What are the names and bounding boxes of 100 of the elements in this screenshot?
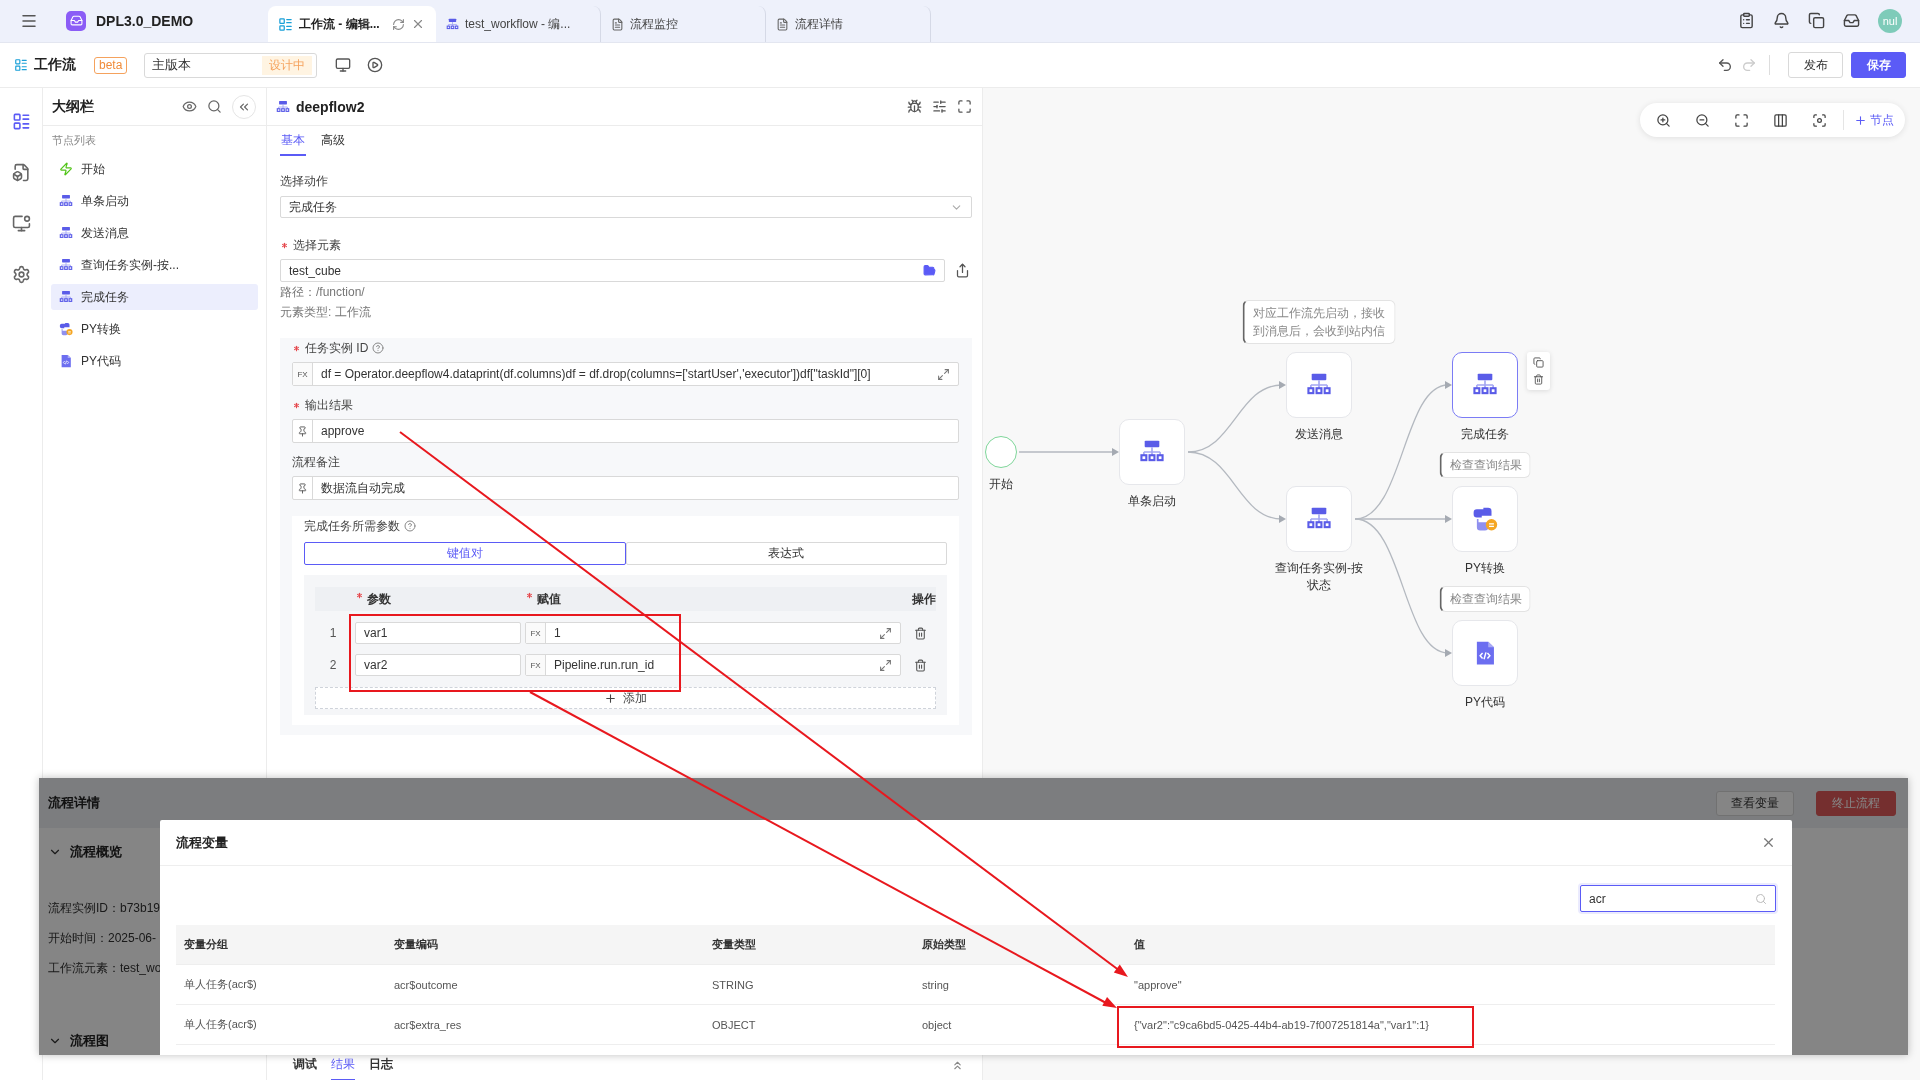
node-label: 查询任务实例-按状态 [1274,560,1364,594]
param-name-field[interactable]: var1 [355,622,521,644]
outline-item[interactable]: 单条启动 [51,188,258,214]
save-button[interactable]: 保存 [1851,52,1906,78]
fullscreen-icon[interactable] [957,99,972,114]
bell-icon[interactable] [1773,12,1790,29]
monitor-icon[interactable] [11,214,31,233]
node-label: PY转换 [1464,560,1506,577]
folder-icon[interactable] [923,264,936,277]
workflow-icon [14,58,28,72]
outline-icon[interactable] [11,112,31,131]
outline-item[interactable]: PY转换 [51,316,258,342]
node-label: 单条启动 [1127,493,1177,510]
outline-item[interactable]: PY代码 [51,348,258,374]
view-variables-button[interactable]: 查看变量 [1716,790,1794,816]
input-field[interactable]: approve [292,419,959,443]
zoom-out-icon[interactable] [1695,112,1710,128]
copy-icon[interactable] [1808,12,1825,29]
required-icon [525,590,534,600]
element-field[interactable]: test_cube [280,259,945,282]
monitor-icon[interactable] [335,57,352,73]
panel-title: 流程详情 [48,794,100,812]
section-title: 流程图 [70,1032,109,1050]
expand-icon[interactable] [937,367,950,381]
outline-item[interactable]: 查询任务实例-按... [51,252,258,278]
hierarchy-icon [59,290,73,304]
add-button[interactable]: 添加 [315,687,936,709]
hierarchy-icon [276,99,290,114]
outline-item[interactable]: 发送消息 [51,220,258,246]
action-select[interactable]: 完成任务 [280,196,972,218]
collapse-icon[interactable] [951,1059,964,1072]
param-value-field[interactable]: FX Pipeline.run.run_id [525,654,901,676]
field-label: 选择元素 [293,237,341,254]
flow-node[interactable] [1452,352,1518,418]
pin-icon[interactable] [297,425,308,437]
app-name: DPL3.0_DEMO [96,12,194,29]
collapse-button[interactable] [232,94,256,119]
form-tab[interactable]: 高级 [320,126,346,156]
expand-icon[interactable] [879,658,892,672]
hierarchy-icon [446,17,459,31]
search-field[interactable]: acr [1580,885,1776,912]
workflow-title: 工作流 [34,56,76,74]
refresh-icon[interactable] [391,17,405,31]
dialog-title: 流程变量 [176,833,228,852]
outline-item[interactable]: 完成任务 [51,284,258,310]
layout-icon[interactable] [1773,112,1788,128]
pin-icon[interactable] [297,482,308,494]
bottom-tab[interactable]: 调试 [293,1050,317,1080]
page-tab[interactable]: test_workflow - 编... [436,6,601,42]
input-field[interactable]: 数据流自动完成 [292,476,959,500]
page-tab[interactable]: 流程监控 [601,6,766,42]
delete-icon[interactable] [1533,374,1544,385]
param-value-field[interactable]: FX 1 [525,622,901,644]
info-text: 流程实例ID：b73b19 [48,900,161,917]
column-header: 参数 [367,590,391,608]
mode-toggle[interactable]: 表达式 [625,542,947,565]
path-text: 路径：/function/ [280,284,366,301]
copy-icon[interactable] [1533,357,1544,368]
beta-badge: beta [94,56,128,74]
settings-icon[interactable] [11,265,31,284]
required-icon [355,590,364,600]
undo-icon[interactable] [1717,57,1733,73]
bug-icon[interactable] [907,99,922,114]
expand-icon[interactable] [879,626,892,640]
table-cell-text: {"var2":"c9ca6bd5-0425-44b4-ab19-7f007251814a","var1":1} [1133,1018,1430,1031]
fit-view-icon[interactable] [1734,112,1749,128]
code-file-icon [59,354,73,368]
hierarchy-icon [59,258,73,272]
play-icon[interactable] [367,57,384,73]
node-label: 完成任务 [1460,426,1510,443]
search-icon[interactable] [207,99,222,114]
table-cell-text: OBJECT [711,1018,757,1031]
clipboard-icon[interactable] [1738,12,1755,29]
close-icon[interactable] [1761,835,1776,850]
section-label: 节点列表 [52,133,97,148]
function-box-icon[interactable] [11,163,31,182]
panel-title: 大纲栏 [52,97,94,116]
table-cell-text: "approve" [1133,978,1183,991]
delete-icon[interactable] [914,626,927,640]
zoom-in-icon[interactable] [1656,112,1671,128]
node-label: PY代码 [1464,694,1506,711]
mode-toggle[interactable]: 键值对 [304,542,626,565]
version-select[interactable]: 主版本 设计中 [144,52,318,78]
page-tab[interactable]: 流程详情 [766,6,931,42]
focus-icon[interactable] [1812,112,1827,128]
share-icon[interactable] [955,263,970,278]
expression-field[interactable]: FX df = Operator.deepflow4.dataprint(df.columns)df = df.drop(columns=['startUser','executor'])df["taskId"][0] [292,362,959,386]
param-name-field[interactable]: var2 [355,654,521,676]
page-tab[interactable]: 工作流 - 编辑... [268,6,436,42]
publish-button[interactable]: 发布 [1788,52,1843,78]
inbox-icon[interactable] [1843,12,1860,29]
delete-icon[interactable] [914,658,927,672]
list-settings-icon[interactable] [932,99,947,114]
outline-item[interactable]: 开始 [51,156,258,182]
form-tab[interactable]: 基本 [280,126,306,156]
bottom-tab[interactable]: 日志 [369,1050,393,1080]
eye-icon[interactable] [182,99,197,114]
start-node[interactable] [985,436,1017,468]
add-node-button[interactable]: 节点 [1843,110,1894,130]
help-icon[interactable] [404,520,416,532]
